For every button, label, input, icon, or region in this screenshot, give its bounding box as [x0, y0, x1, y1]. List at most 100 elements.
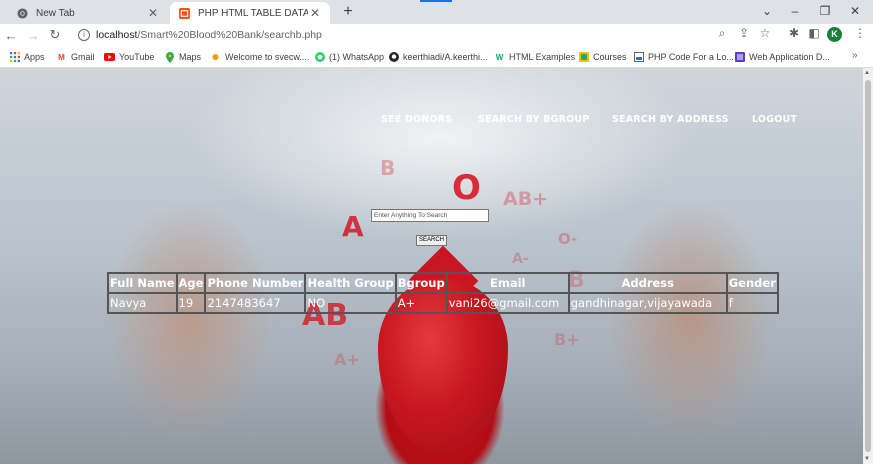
- bookmark-github[interactable]: keerthiadi/A.keerthi...: [388, 50, 488, 64]
- cell-address: gandhinagar,vijayawada: [568, 293, 727, 313]
- url-host: localhost: [96, 29, 138, 41]
- w3schools-icon: W: [495, 52, 504, 62]
- extensions-puzzle-icon[interactable]: ✱: [786, 26, 802, 40]
- menu-kebab-icon[interactable]: ⋮: [852, 26, 868, 40]
- table-row: Navya 19 2147483647 NO A+ vani26@gmail.c…: [108, 293, 778, 313]
- bookmark-label: Welcome to svecw....: [225, 52, 310, 62]
- zoom-magnifier-icon[interactable]: ⌕: [714, 26, 730, 41]
- cell-health-group: NO: [305, 293, 396, 313]
- chrome-icon: [16, 7, 28, 19]
- github-icon: [388, 52, 399, 63]
- cell-phone-number: 2147483647: [205, 293, 306, 313]
- column-header-phone-number: Phone Number: [205, 273, 306, 293]
- bookmark-whatsapp[interactable]: (1) WhatsApp: [314, 50, 384, 64]
- close-tab-icon[interactable]: ✕: [308, 6, 322, 20]
- tab-title: New Tab: [36, 7, 75, 19]
- more-bookmarks-chevron[interactable]: »: [852, 50, 858, 61]
- apps-grid-icon: [9, 52, 20, 63]
- site-icon: ✺: [212, 52, 219, 62]
- restore-icon[interactable]: ❐: [810, 2, 840, 20]
- page-scrollbar[interactable]: ▲ ▼: [863, 68, 873, 464]
- site-info-icon[interactable]: i: [78, 29, 90, 41]
- scroll-up-arrow-icon[interactable]: ▲: [864, 70, 870, 76]
- url-path: /Smart%20Blood%20Bank/searchb.php: [137, 29, 322, 41]
- column-header-age: Age: [176, 273, 206, 293]
- bookmark-label: Maps: [179, 52, 202, 62]
- scroll-down-arrow-icon[interactable]: ▼: [864, 456, 870, 462]
- courses-icon: [578, 52, 589, 63]
- cell-email: vani26@gmail.com: [446, 293, 569, 313]
- bookmark-maps[interactable]: Maps: [164, 50, 201, 64]
- bookmark-apps[interactable]: Apps: [9, 50, 45, 64]
- site-icon: [734, 52, 745, 63]
- minimize-icon[interactable]: –: [780, 2, 810, 20]
- browser-toolbar: ← → ↻ i localhost/Smart%20Blood%20Bank/s…: [0, 24, 873, 46]
- bookmarks-bar: Apps M Gmail YouTube Maps ✺ Welcome to s…: [0, 46, 873, 68]
- profile-avatar[interactable]: K: [827, 27, 842, 42]
- gmail-icon: M: [58, 52, 65, 62]
- tab-strip: New Tab ✕ PHP HTML TABLE DATA SEARCH ✕ +…: [0, 0, 873, 24]
- bookmark-label: PHP Code For a Lo...: [648, 52, 734, 62]
- bookmark-gmail[interactable]: M Gmail: [56, 50, 95, 64]
- bookmark-label: (1) WhatsApp: [329, 52, 385, 62]
- bookmark-label: Gmail: [71, 52, 95, 62]
- background-letter: A: [342, 210, 364, 243]
- tab-title: PHP HTML TABLE DATA SEARCH: [198, 7, 308, 19]
- cell-gender: f: [726, 293, 778, 313]
- youtube-icon: [104, 52, 115, 63]
- maps-icon: [164, 51, 175, 63]
- forward-arrow-icon[interactable]: →: [22, 28, 44, 43]
- column-header-full-name: Full Name: [108, 273, 177, 293]
- column-header-bgroup: Bgroup: [395, 273, 447, 293]
- reload-icon[interactable]: ↻: [44, 27, 66, 43]
- nav-search-by-address[interactable]: SEARCH BY ADDRESS: [612, 114, 729, 125]
- close-window-icon[interactable]: ✕: [840, 2, 870, 20]
- cell-bgroup: A+: [395, 293, 447, 313]
- background-letter: O: [452, 168, 481, 208]
- bookmark-html-examples[interactable]: W HTML Examples: [494, 50, 575, 64]
- column-header-health-group: Health Group: [305, 273, 396, 293]
- php-page-icon: [178, 7, 190, 19]
- bookmark-star-icon[interactable]: ☆: [757, 26, 773, 40]
- bookmark-label: keerthiadi/A.keerthi...: [403, 52, 488, 62]
- close-tab-icon[interactable]: ✕: [146, 6, 160, 20]
- bookmark-label: Web Application D...: [749, 52, 830, 62]
- bookmark-label: Apps: [24, 52, 45, 62]
- scrollbar-thumb[interactable]: [865, 80, 871, 452]
- tab-php-search[interactable]: PHP HTML TABLE DATA SEARCH ✕: [170, 2, 330, 24]
- bookmark-welcome-svecw[interactable]: ✺ Welcome to svecw....: [210, 50, 309, 64]
- column-header-email: Email: [446, 273, 569, 293]
- results-table: Full Name Age Phone Number Health Group …: [107, 272, 779, 314]
- nav-see-donors[interactable]: SEE DONORS: [381, 114, 452, 125]
- new-tab-button[interactable]: +: [338, 3, 358, 23]
- bookmark-label: YouTube: [119, 52, 155, 62]
- tab-search-chevron-icon[interactable]: ⌄: [752, 2, 782, 20]
- whatsapp-icon: [314, 52, 325, 63]
- background-letter: A-: [512, 251, 529, 267]
- nav-search-by-bgroup[interactable]: SEARCH BY BGROUP: [478, 114, 589, 125]
- page-viewport: B O AB+ A O- A- AB B A+ B+ SEE DONORS SE…: [0, 68, 873, 464]
- bookmark-youtube[interactable]: YouTube: [104, 50, 154, 64]
- address-bar[interactable]: i localhost/Smart%20Blood%20Bank/searchb…: [78, 25, 768, 45]
- tab-strip-accent: [420, 0, 452, 2]
- tab-new-tab[interactable]: New Tab ✕: [8, 2, 168, 24]
- cell-age: 19: [176, 293, 206, 313]
- bookmark-web-application[interactable]: Web Application D...: [734, 50, 830, 64]
- background-letter: B+: [554, 330, 580, 349]
- nav-logout[interactable]: LOGOUT: [752, 114, 797, 125]
- back-arrow-icon[interactable]: ←: [0, 28, 22, 43]
- background-letter: AB+: [503, 188, 549, 210]
- bookmark-label: Courses: [593, 52, 627, 62]
- search-input[interactable]: [371, 209, 489, 222]
- table-header-row: Full Name Age Phone Number Health Group …: [108, 273, 778, 293]
- bookmark-php-code[interactable]: PHP Code For a Lo...: [633, 50, 734, 64]
- background-letter: A+: [334, 350, 360, 369]
- side-panel-icon[interactable]: ◧: [806, 26, 822, 40]
- column-header-address: Address: [568, 273, 727, 293]
- search-button[interactable]: SEARCH: [416, 235, 448, 246]
- bookmark-label: HTML Examples: [509, 52, 576, 62]
- bookmark-courses[interactable]: Courses: [578, 50, 627, 64]
- share-icon[interactable]: ⇪: [736, 26, 752, 40]
- background-letter: B: [380, 156, 396, 180]
- site-icon: [633, 52, 644, 63]
